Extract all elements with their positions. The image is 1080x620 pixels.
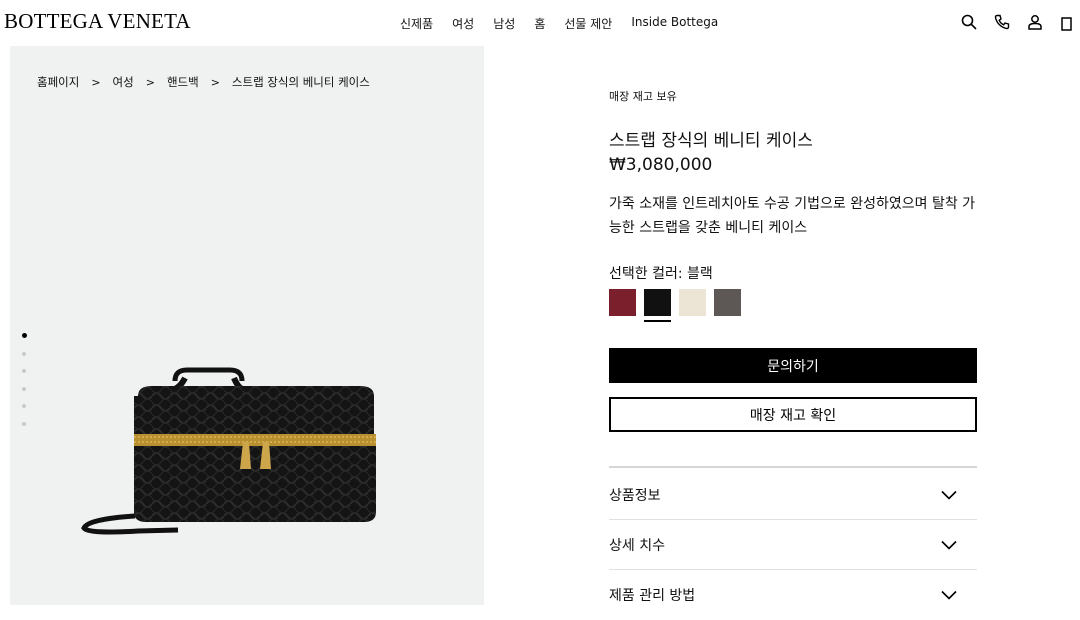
accordion-product-info[interactable]: 상품정보 <box>609 470 977 520</box>
breadcrumb-handbags[interactable]: 핸드백 <box>167 74 199 90</box>
product-title: 스트랩 장식의 베니티 케이스 <box>609 131 813 151</box>
breadcrumb-separator: > <box>145 75 155 89</box>
color-swatch-dark-grey[interactable] <box>714 289 741 316</box>
chevron-down-icon <box>941 590 957 600</box>
main-nav: 신제품 여성 남성 홈 선물 제안 Inside Bottega <box>400 15 737 32</box>
breadcrumb-home[interactable]: 홈페이지 <box>37 74 79 90</box>
header-icons <box>948 10 1080 34</box>
accordion-label: 제품 관리 방법 <box>609 588 696 604</box>
gallery-pagination <box>22 333 27 439</box>
check-store-stock-button[interactable]: 매장 재고 확인 <box>609 397 977 432</box>
color-swatch-cream[interactable] <box>679 289 706 316</box>
product-image <box>81 367 376 535</box>
color-swatch-burgundy[interactable] <box>609 289 636 316</box>
nav-home[interactable]: 홈 <box>534 15 545 32</box>
gallery-dot[interactable] <box>22 351 26 356</box>
nav-men[interactable]: 남성 <box>493 15 515 32</box>
chevron-down-icon <box>941 540 957 550</box>
product-gallery[interactable]: 홈페이지 > 여성 > 핸드백 > 스트랩 장식의 베니티 케이스 <box>10 46 484 605</box>
gallery-dot[interactable] <box>22 333 27 338</box>
gallery-dot[interactable] <box>22 369 26 373</box>
chevron-down-icon <box>941 490 957 500</box>
inquire-button[interactable]: 문의하기 <box>609 348 977 383</box>
accordion-label: 상세 치수 <box>609 538 665 554</box>
stock-status: 매장 재고 보유 <box>609 90 677 103</box>
breadcrumb-separator: > <box>91 75 101 89</box>
nav-gifts[interactable]: 선물 제안 <box>564 15 612 32</box>
accordion-dimensions[interactable]: 상세 치수 <box>609 520 977 570</box>
bag-icon[interactable] <box>1056 10 1080 34</box>
breadcrumb: 홈페이지 > 여성 > 핸드백 > 스트랩 장식의 베니티 케이스 <box>37 74 370 90</box>
search-icon[interactable] <box>957 10 981 34</box>
accordion-care[interactable]: 제품 관리 방법 <box>609 570 977 620</box>
selected-swatch-indicator <box>644 320 671 322</box>
gallery-dot[interactable] <box>22 404 26 408</box>
gallery-dot[interactable] <box>22 386 26 391</box>
accordion-label: 상품정보 <box>609 488 661 504</box>
phone-icon[interactable] <box>990 10 1014 34</box>
nav-women[interactable]: 여성 <box>452 15 474 32</box>
account-icon[interactable] <box>1023 10 1047 34</box>
selected-color-label: 선택한 컬러: 블랙 <box>609 266 713 282</box>
color-swatch-black[interactable] <box>644 289 671 316</box>
nav-new[interactable]: 신제품 <box>400 15 433 32</box>
nav-inside-bottega[interactable]: Inside Bottega <box>631 15 718 32</box>
breadcrumb-separator: > <box>210 75 220 89</box>
breadcrumb-women[interactable]: 여성 <box>113 74 134 90</box>
gallery-dot[interactable] <box>22 421 26 426</box>
product-description: 가죽 소재를 인트레치아토 수공 기법으로 완성하였으며 탈착 가능한 스트랩을… <box>609 196 976 236</box>
color-swatches <box>609 289 749 322</box>
breadcrumb-current: 스트랩 장식의 베니티 케이스 <box>231 75 370 89</box>
product-price: ₩3,080,000 <box>609 155 713 175</box>
logo[interactable]: BOTTEGA VENETA <box>4 9 191 34</box>
accordion-divider <box>609 466 977 468</box>
